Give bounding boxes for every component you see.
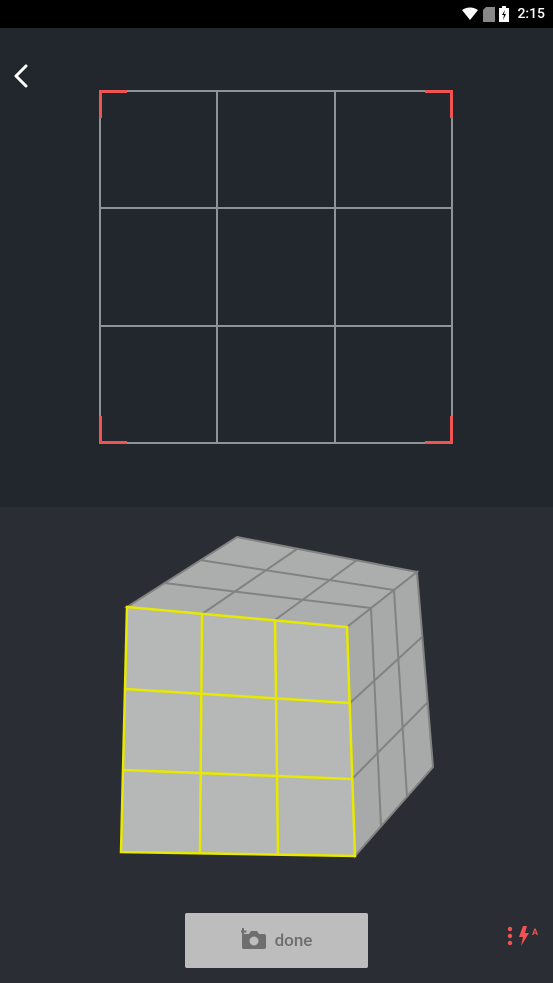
cube-preview[interactable]: [0, 522, 553, 882]
chevron-left-icon: [12, 64, 32, 88]
battery-charging-icon: [499, 6, 509, 22]
capture-grid[interactable]: [99, 90, 453, 444]
back-button[interactable]: [6, 60, 38, 92]
more-vert-icon[interactable]: [507, 926, 513, 950]
done-button-label: done: [275, 931, 313, 951]
status-bar: 2:15: [0, 0, 553, 28]
wifi-icon: [461, 7, 479, 21]
bottom-right-controls: A: [507, 926, 541, 950]
preview-panel: done A: [0, 507, 553, 983]
done-button[interactable]: done: [185, 913, 368, 968]
sim-icon: [483, 7, 495, 22]
camera-add-icon: [241, 928, 267, 954]
flash-auto-icon[interactable]: A: [519, 926, 541, 950]
svg-text:A: A: [532, 928, 539, 938]
status-time: 2:15: [517, 6, 545, 22]
capture-panel: [0, 28, 553, 507]
